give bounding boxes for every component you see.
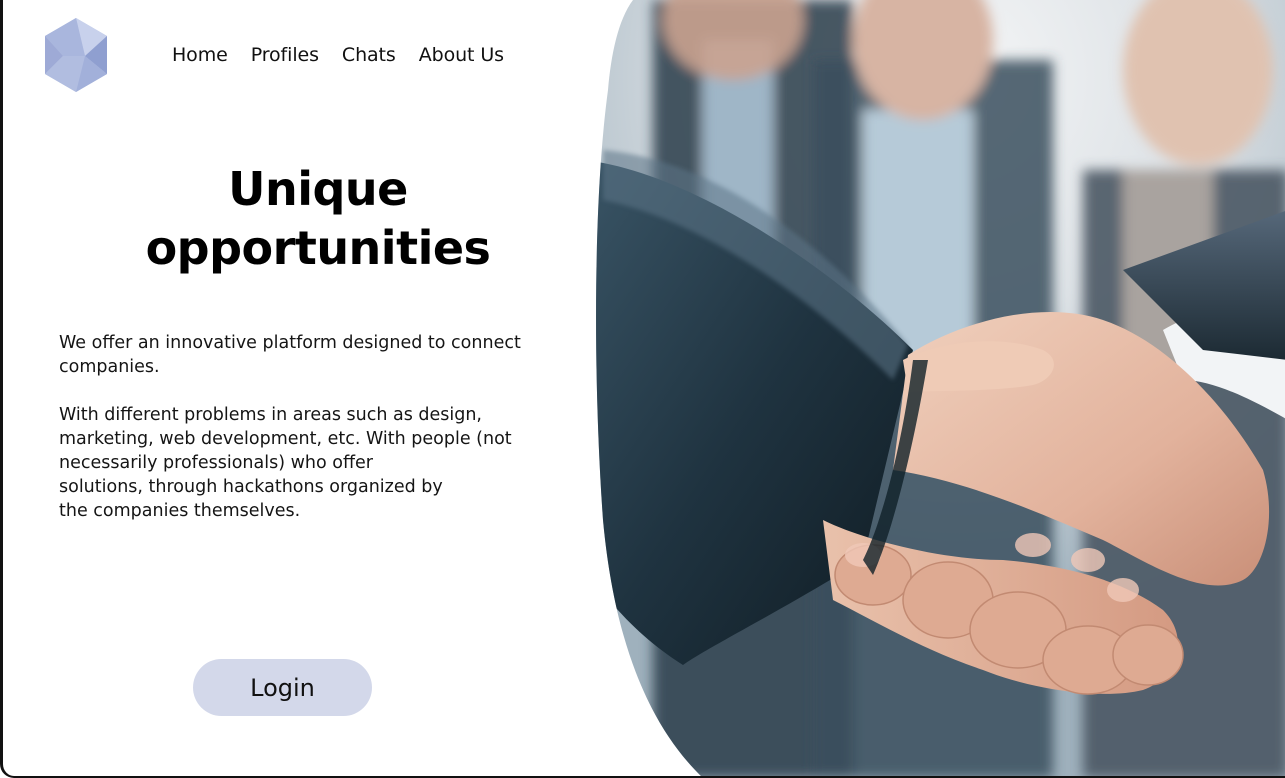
description-paragraph-2: With different problems in areas such as… [59,403,569,523]
description-line: We offer an innovative platform designed… [59,333,521,353]
polyhedron-logo-icon[interactable] [41,16,111,94]
hero-title: Unique opportunities [83,160,553,278]
nav-profiles[interactable]: Profiles [251,44,319,66]
login-button[interactable]: Login [193,659,372,716]
description-line: marketing, web development, etc. With pe… [59,429,512,449]
description-line: With different problems in areas such as… [59,405,482,425]
handshake-photo [563,0,1285,776]
nav-home[interactable]: Home [172,44,228,66]
nav-about-us[interactable]: About Us [419,44,504,66]
description-line: solutions, through hackathons organized … [59,477,443,497]
description-paragraph-1: We offer an innovative platform designed… [59,331,569,379]
nav-chats[interactable]: Chats [342,44,396,66]
description-line: companies. [59,357,160,377]
main-nav: Home Profiles Chats About Us [172,44,504,66]
landing-page: Home Profiles Chats About Us Unique oppo… [0,0,1285,778]
hero-description: We offer an innovative platform designed… [59,331,569,523]
description-line: the companies themselves. [59,501,301,521]
hero-title-line1: Unique [228,162,408,216]
description-line: necessarily professionals) who offer [59,453,373,473]
hero-title-line2: opportunities [145,221,491,275]
